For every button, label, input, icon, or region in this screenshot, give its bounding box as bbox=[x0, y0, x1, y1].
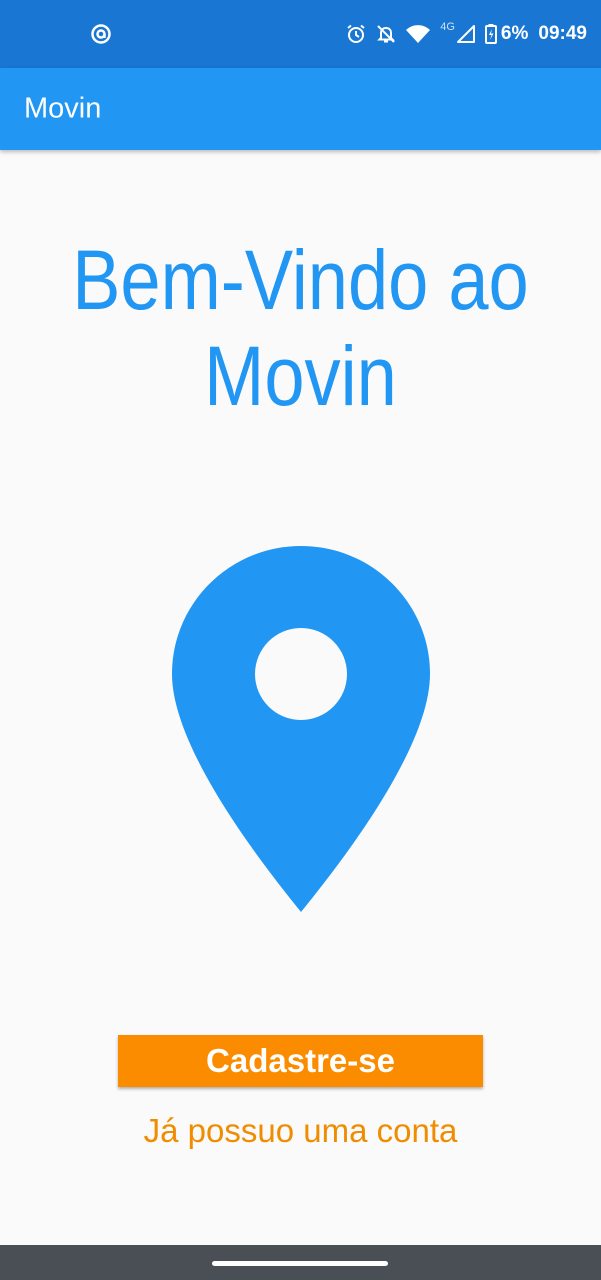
cell-signal-icon bbox=[456, 25, 475, 43]
login-link[interactable]: Já possuo uma conta bbox=[0, 1112, 601, 1150]
signup-button[interactable]: Cadastre-se bbox=[118, 1035, 483, 1087]
location-pin-icon bbox=[172, 546, 430, 912]
welcome-line-2: Movin bbox=[204, 329, 397, 423]
wifi-icon bbox=[406, 25, 431, 43]
battery-percent: 6% bbox=[500, 23, 529, 44]
app-bar: Movin bbox=[0, 68, 601, 150]
at-sign-icon bbox=[90, 23, 112, 45]
status-icons: 4G 6% 09:49 bbox=[346, 0, 587, 68]
home-gesture-handle[interactable] bbox=[212, 1261, 388, 1266]
notifications-off-icon bbox=[376, 24, 396, 44]
welcome-heading: Bem-Vindo ao Movin bbox=[42, 232, 559, 424]
status-bar: 4G 6% 09:49 bbox=[0, 0, 601, 68]
network-type-label: 4G bbox=[440, 21, 455, 33]
navigation-bar bbox=[0, 1245, 601, 1280]
welcome-line-1: Bem-Vindo ao bbox=[72, 233, 529, 327]
app-title: Movin bbox=[24, 92, 102, 125]
battery-charging-icon bbox=[484, 24, 497, 44]
alarm-icon bbox=[346, 24, 366, 44]
clock: 09:49 bbox=[538, 23, 587, 44]
